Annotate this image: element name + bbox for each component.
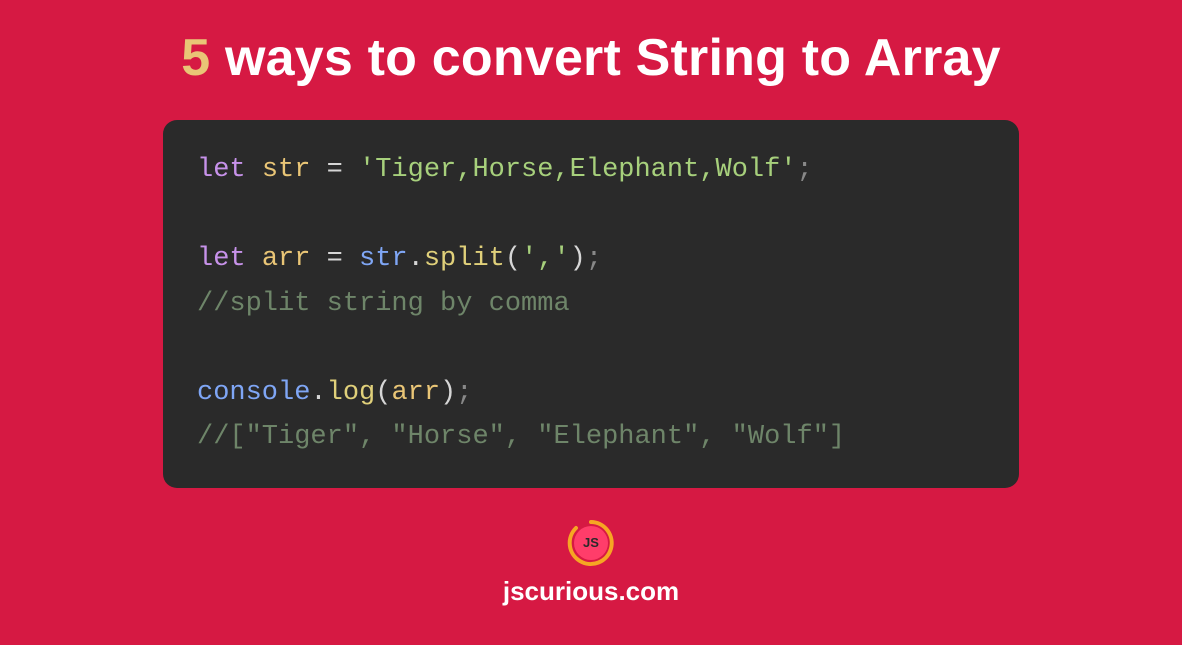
code-blank-line [197, 193, 985, 238]
site-logo: JS [566, 518, 616, 568]
code-snippet: let str = 'Tiger,Horse,Elephant,Wolf'; l… [163, 120, 1019, 488]
logo-arc-icon [566, 518, 616, 568]
title-accent: 5 [181, 29, 210, 87]
code-line-6: console.log(arr); [197, 371, 985, 416]
code-comment-1: //split string by comma [197, 282, 985, 327]
footer: JS jscurious.com [503, 518, 679, 607]
code-comment-2: //["Tiger", "Horse", "Elephant", "Wolf"] [197, 415, 985, 460]
title-text: ways to convert String to Array [210, 29, 1000, 87]
page-title: 5 ways to convert String to Array [181, 28, 1001, 88]
code-blank-line [197, 326, 985, 371]
code-line-3: let arr = str.split(','); [197, 237, 985, 282]
code-line-1: let str = 'Tiger,Horse,Elephant,Wolf'; [197, 148, 985, 193]
site-name: jscurious.com [503, 576, 679, 607]
